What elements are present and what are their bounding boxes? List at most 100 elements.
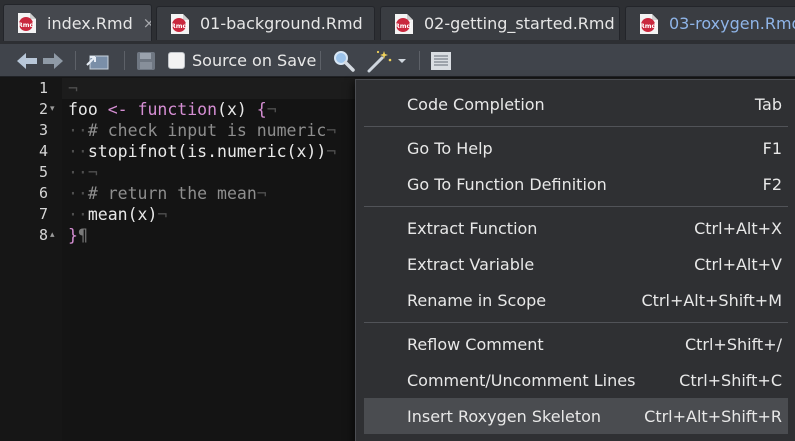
close-tab-icon[interactable]: × — [143, 14, 151, 32]
menu-item-label: Reflow Comment — [407, 334, 544, 354]
compile-report-icon — [431, 51, 451, 70]
show-in-new-window-button[interactable] — [86, 44, 110, 77]
code-token: function — [137, 100, 218, 119]
code-line[interactable]: ··stopifnot(is.numeric(x))¬ — [68, 141, 336, 162]
code-line[interactable]: ··¬ — [68, 162, 98, 183]
menu-item-insert-roxygen-skeleton[interactable]: Insert Roxygen Skeleton Ctrl+Alt+Shift+R — [364, 398, 788, 434]
svg-text:Rmd: Rmd — [395, 22, 412, 30]
menu-item-label: Code Completion — [407, 94, 545, 114]
svg-text:Rmd: Rmd — [640, 22, 657, 30]
code-line[interactable]: }¶ — [68, 225, 88, 246]
compile-report-button[interactable] — [430, 44, 452, 77]
code-tools-menu: Code Completion Tab Go To Help F1 Go To Func… — [355, 79, 795, 441]
find-replace-button[interactable] — [333, 44, 355, 77]
code-token: # check input is numeric — [87, 121, 327, 140]
tab-index-rmd[interactable]: Rmd index.Rmd × — [3, 4, 152, 41]
menu-item-shortcut: Ctrl+Alt+Shift+R — [644, 406, 782, 426]
line-number-gutter: 1 2 ▾ 3 4 5 6 7 8 ▴ — [0, 78, 62, 441]
code-token: ··¬ — [68, 163, 98, 182]
code-token: { — [256, 100, 267, 119]
forward-arrow-icon — [43, 52, 63, 69]
line-number: 1 — [38, 79, 48, 97]
tab-title: 03-roxygen.Rmd* — [669, 14, 795, 33]
close-tab-icon[interactable]: × — [373, 15, 374, 33]
code-token: ·· — [68, 121, 88, 140]
save-button[interactable] — [136, 44, 156, 77]
tab-03-roxygen-rmd[interactable]: Rmd 03-roxygen.Rmd* — [625, 6, 795, 40]
line-number: 6 — [38, 184, 48, 202]
code-token: ¬ — [157, 205, 168, 224]
menu-item-label: Extract Variable — [407, 254, 535, 274]
code-token: stopifnot(is.numeric(x)) — [87, 142, 327, 161]
menu-item-extract-function[interactable]: Extract Function Ctrl+Alt+X — [364, 210, 788, 246]
code-line[interactable]: foo <- function(x) {¬ — [68, 99, 277, 120]
tab-02-getting-started-rmd[interactable]: Rmd 02-getting_started.Rmd × — [380, 6, 620, 40]
show-in-window-icon — [86, 55, 109, 69]
save-icon — [137, 51, 155, 70]
rmd-file-icon: Rmd — [640, 13, 658, 34]
menu-item-label: Extract Function — [407, 218, 538, 238]
magic-wand-icon — [367, 50, 392, 72]
menu-item-reflow-comment[interactable]: Reflow Comment Ctrl+Shift+/ — [364, 326, 788, 362]
menu-item-rename-in-scope[interactable]: Rename in Scope Ctrl+Alt+Shift+M — [364, 282, 788, 318]
source-on-save-label: Source on Save — [192, 51, 317, 70]
search-icon — [334, 50, 355, 72]
code-token: ·· — [68, 142, 88, 161]
code-token: ·· — [68, 184, 88, 203]
menu-item-extract-variable[interactable]: Extract Variable Ctrl+Alt+V — [364, 246, 788, 282]
tab-01-background-rmd[interactable]: Rmd 01-background.Rmd × — [156, 6, 375, 40]
source-on-save-checkbox[interactable] — [168, 52, 185, 69]
code-token: } — [68, 226, 78, 245]
menu-divider — [364, 126, 788, 127]
line-number: 7 — [38, 205, 48, 223]
line-number: 4 — [38, 142, 48, 160]
menu-item-shortcut: Tab — [754, 94, 782, 114]
code-token: ¬ — [68, 79, 78, 98]
code-line[interactable]: ··# check input is numeric¬ — [68, 120, 336, 141]
menu-item-shortcut: Ctrl+Alt+V — [694, 254, 782, 274]
menu-item-go-to-help[interactable]: Go To Help F1 — [364, 130, 788, 166]
toolbar-divider — [320, 51, 321, 70]
code-token: ¬ — [266, 100, 277, 119]
svg-text:Rmd: Rmd — [18, 21, 35, 29]
code-line[interactable]: ¬ — [68, 78, 78, 99]
code-token: ¬ — [326, 121, 337, 140]
menu-item-label: Go To Help — [407, 138, 493, 158]
code-token: ¶ — [77, 226, 88, 245]
toolbar-divider — [419, 51, 420, 70]
menu-divider — [364, 206, 788, 207]
menu-item-shortcut: F2 — [762, 174, 782, 194]
code-token: <- — [107, 100, 128, 119]
source-on-save-toggle[interactable]: Source on Save — [168, 44, 316, 77]
toolbar-divider — [75, 51, 76, 70]
menu-item-shortcut: Ctrl+Shift+C — [679, 370, 782, 390]
menu-item-label: Comment/Uncomment Lines — [407, 370, 636, 390]
menu-item-go-to-function-definition[interactable]: Go To Function Definition F2 — [364, 166, 788, 202]
editor-toolbar: Source on Save — [0, 44, 795, 77]
menu-item-label: Go To Function Definition — [407, 174, 607, 194]
code-fold-toggle-icon[interactable]: ▾ — [50, 99, 55, 120]
tab-title: index.Rmd — [47, 13, 133, 33]
code-token: (x) — [217, 100, 257, 119]
menu-item-label: Rename in Scope — [407, 290, 547, 310]
code-token: foo — [68, 100, 108, 119]
rmd-file-icon: Rmd — [395, 13, 413, 34]
code-tools-button[interactable] — [367, 44, 407, 77]
back-arrow-icon — [17, 52, 37, 69]
line-number: 3 — [38, 121, 48, 139]
code-line[interactable]: ··mean(x)¬ — [68, 204, 167, 225]
code-token: ¬ — [256, 184, 267, 203]
line-number: 5 — [38, 163, 48, 181]
code-fold-toggle-icon[interactable]: ▴ — [50, 225, 55, 246]
menu-item-shortcut: F1 — [762, 138, 782, 158]
code-token: mean(x) — [87, 205, 158, 224]
code-line[interactable]: ··# return the mean¬ — [68, 183, 267, 204]
forward-button[interactable] — [42, 44, 64, 77]
rmd-file-icon: Rmd — [18, 13, 36, 33]
tab-title: 02-getting_started.Rmd — [424, 14, 615, 33]
menu-item-comment-uncomment-lines[interactable]: Comment/Uncomment Lines Ctrl+Shift+C — [364, 362, 788, 398]
back-button[interactable] — [16, 44, 38, 77]
code-token: ·· — [68, 205, 88, 224]
menu-item-code-completion[interactable]: Code Completion Tab — [364, 86, 788, 122]
tab-title: 01-background.Rmd — [200, 14, 363, 33]
